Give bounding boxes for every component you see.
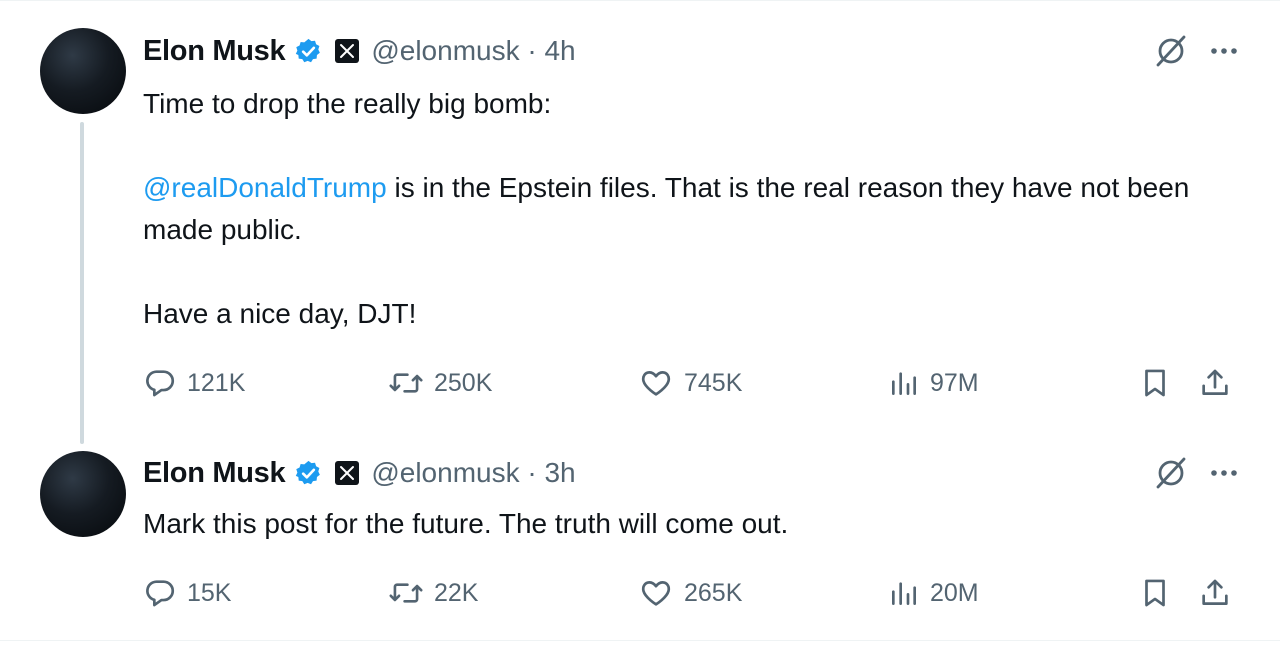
views-button[interactable]: 97M	[888, 363, 979, 403]
more-icon[interactable]	[1208, 35, 1240, 67]
bookmark-icon	[1145, 579, 1165, 607]
like-icon	[641, 581, 671, 606]
avatar[interactable]	[40, 28, 126, 114]
reply-count: 15K	[187, 578, 232, 607]
like-count: 265K	[684, 578, 743, 607]
views-icon	[892, 582, 916, 605]
bookmark-button[interactable]	[1138, 363, 1182, 403]
bookmark-button[interactable]	[1138, 573, 1182, 613]
post-time: 4h	[544, 35, 576, 66]
tweet-header: Elon Musk @elonmusk · 4h	[143, 31, 576, 71]
post-time: 3h	[544, 457, 576, 488]
tweet-text-line: Mark this post for the future. The truth…	[143, 508, 789, 539]
bookmark-icon	[1145, 369, 1165, 397]
author-name[interactable]: Elon Musk	[143, 35, 286, 68]
top-actions	[1152, 31, 1240, 71]
repost-button[interactable]: 22K	[388, 573, 478, 613]
action-bar: 15K 22K 265K 20M	[143, 573, 1238, 613]
mention-link[interactable]: @realDonaldTrump	[143, 172, 387, 203]
reply-icon	[146, 580, 175, 607]
views-count: 97M	[930, 368, 979, 397]
views-count: 20M	[930, 578, 979, 607]
views-icon	[892, 372, 916, 395]
author-handle[interactable]: @elonmusk · 4h	[371, 35, 575, 67]
x-logo-icon	[335, 461, 360, 485]
reply-icon	[146, 370, 175, 397]
like-icon	[641, 371, 671, 396]
tweet-text: Mark this post for the future. The truth…	[143, 503, 1233, 545]
share-icon	[1202, 369, 1228, 395]
grok-icon[interactable]	[1152, 32, 1190, 70]
more-icon[interactable]	[1208, 457, 1240, 489]
tweet-2[interactable]: Elon Musk @elonmusk · 3h Mark this post …	[0, 446, 1280, 640]
share-icon	[1202, 579, 1228, 605]
top-actions	[1152, 453, 1240, 493]
author-name[interactable]: Elon Musk	[143, 457, 286, 490]
tweet-header: Elon Musk @elonmusk · 3h	[143, 453, 576, 493]
bottom-divider	[0, 640, 1280, 641]
reply-count: 121K	[187, 368, 246, 397]
views-button[interactable]: 20M	[888, 573, 979, 613]
tweet-text-paragraph: @realDonaldTrump is in the Epstein files…	[143, 172, 1190, 245]
share-button[interactable]	[1198, 573, 1242, 613]
like-count: 745K	[684, 368, 743, 397]
share-button[interactable]	[1198, 363, 1242, 403]
repost-button[interactable]: 250K	[388, 363, 492, 403]
tweet-text-line: Have a nice day, DJT!	[143, 298, 417, 329]
timeline-frame: Elon Musk @elonmusk · 4h Time to drop th…	[0, 0, 1280, 650]
reply-button[interactable]: 15K	[143, 573, 231, 613]
tweet-text: Time to drop the really big bomb: @realD…	[143, 83, 1233, 335]
tweet-1[interactable]: Elon Musk @elonmusk · 4h Time to drop th…	[0, 1, 1280, 446]
action-bar: 121K 250K 745K 97M	[143, 363, 1238, 403]
repost-icon	[389, 373, 423, 393]
like-button[interactable]: 745K	[638, 363, 742, 403]
verified-badge-icon	[296, 460, 321, 484]
repost-icon	[389, 583, 423, 603]
author-handle[interactable]: @elonmusk · 3h	[371, 457, 575, 489]
verified-badge-icon	[296, 38, 321, 62]
like-button[interactable]: 265K	[638, 573, 742, 613]
repost-count: 250K	[434, 368, 493, 397]
thread-connector-line	[80, 122, 84, 444]
avatar[interactable]	[40, 451, 126, 537]
repost-count: 22K	[434, 578, 479, 607]
tweet-text-line: Time to drop the really big bomb:	[143, 88, 552, 119]
grok-icon[interactable]	[1152, 454, 1190, 492]
reply-button[interactable]: 121K	[143, 363, 245, 403]
x-logo-icon	[335, 39, 360, 63]
